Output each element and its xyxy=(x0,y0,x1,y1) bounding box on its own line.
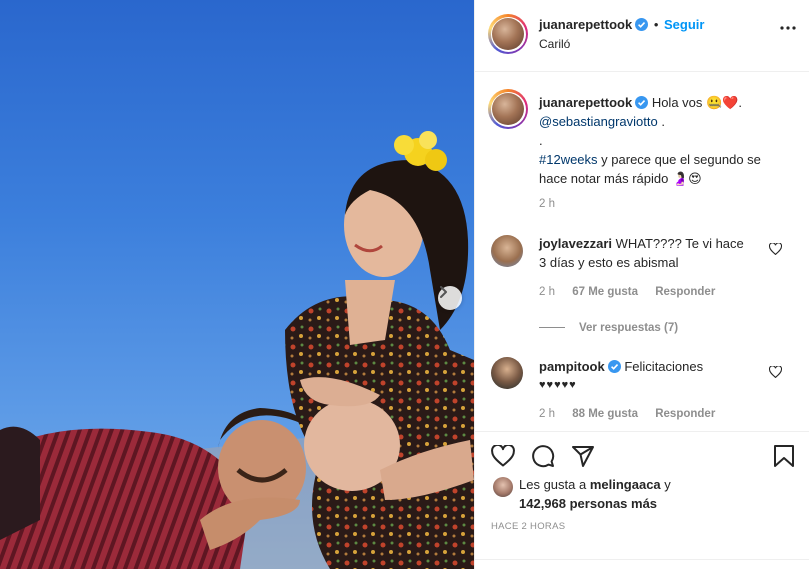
comments-section[interactable]: juanarepettook Hola vos 🤐❤️. @sebastiang… xyxy=(475,73,809,431)
share-icon[interactable] xyxy=(571,444,595,468)
commenter-avatar[interactable] xyxy=(491,235,523,267)
author-avatar[interactable] xyxy=(488,14,528,54)
caption-author-avatar[interactable] xyxy=(488,89,528,129)
commenter-username[interactable]: pampitook xyxy=(539,359,605,374)
comment-meta: 2 h 67 Me gusta Responder xyxy=(539,286,715,298)
author-username[interactable]: juanarepettook xyxy=(539,17,632,32)
view-replies-label[interactable]: Ver respuestas (7) xyxy=(579,322,678,334)
comment-icon[interactable] xyxy=(531,444,555,468)
verified-badge-icon xyxy=(635,18,649,31)
caption-line: Hola vos 🤐❤️. xyxy=(651,95,742,110)
follow-button[interactable]: Seguir xyxy=(664,17,704,32)
comment-text: 3 días y esto es abismal xyxy=(539,255,679,270)
add-comment-area[interactable] xyxy=(475,559,809,569)
caption-username[interactable]: juanarepettook xyxy=(539,95,632,110)
heart-icon[interactable] xyxy=(491,445,515,467)
separator-dot: • xyxy=(653,17,659,32)
bookmark-icon[interactable] xyxy=(773,444,795,468)
post-timestamp[interactable]: HACE 2 HORAS xyxy=(491,521,565,532)
reply-button[interactable]: Responder xyxy=(655,286,715,298)
comment-likes-count[interactable]: 67 Me gusta xyxy=(572,286,638,298)
comment-text: WHAT???? Te vi hace xyxy=(615,236,744,251)
verified-badge-icon xyxy=(607,360,621,373)
caption-time: 2 h xyxy=(539,198,555,210)
comment-item: joylavezzari WHAT???? Te vi hace 3 días … xyxy=(539,234,754,272)
post-location[interactable]: Cariló xyxy=(539,37,570,51)
caption-line: y parece que el segundo se xyxy=(601,152,761,167)
likes-summary: Les gusta a melingaaca y 142,968 persona… xyxy=(519,475,671,513)
post-header: juanarepettook • Seguir Cariló xyxy=(475,0,809,72)
caption-line: hace notar más rápido 🤰🏻😍 xyxy=(539,171,702,186)
mention-link[interactable]: @sebastiangraviotto xyxy=(539,114,658,129)
comment-time: 2 h xyxy=(539,408,555,420)
comment-text: Felicitaciones xyxy=(624,359,704,374)
liker-username[interactable]: melingaaca xyxy=(590,477,661,492)
verified-badge-icon xyxy=(635,96,649,109)
comment-like-heart-icon[interactable] xyxy=(769,243,782,255)
likes-prefix: Les gusta a xyxy=(519,477,587,492)
comment-time: 2 h xyxy=(539,286,555,298)
liker-avatar[interactable] xyxy=(493,477,513,497)
hashtag-link[interactable]: #12weeks xyxy=(539,152,598,167)
likes-count[interactable]: 142,968 personas más xyxy=(519,496,657,511)
comment-like-heart-icon[interactable] xyxy=(769,366,782,378)
commenter-username[interactable]: joylavezzari xyxy=(539,236,612,251)
reply-button[interactable]: Responder xyxy=(655,408,715,420)
chevron-right-icon xyxy=(440,286,447,298)
post-caption: juanarepettook Hola vos 🤐❤️. @sebastiang… xyxy=(539,93,794,188)
post-actions: Les gusta a melingaaca y 142,968 persona… xyxy=(475,431,809,569)
caption-line: . xyxy=(539,133,543,148)
view-replies-toggle[interactable]: Ver respuestas (7) xyxy=(539,319,678,334)
likes-conj: y xyxy=(664,477,671,492)
comment-item: pampitook Felicitaciones ♥♥♥♥♥ xyxy=(539,357,754,395)
post-photo[interactable] xyxy=(0,0,474,569)
comment-text: ♥♥♥♥♥ xyxy=(539,379,577,391)
post-details-panel: juanarepettook • Seguir Cariló juanarepe… xyxy=(474,0,809,569)
comment-likes-count[interactable]: 88 Me gusta xyxy=(572,408,638,420)
commenter-avatar[interactable] xyxy=(491,357,523,389)
photo-illustration xyxy=(0,131,474,569)
next-image-button[interactable] xyxy=(438,286,462,310)
replies-line xyxy=(539,327,565,329)
more-options-icon[interactable] xyxy=(780,26,796,30)
comment-meta: 2 h 88 Me gusta Responder xyxy=(539,408,715,420)
